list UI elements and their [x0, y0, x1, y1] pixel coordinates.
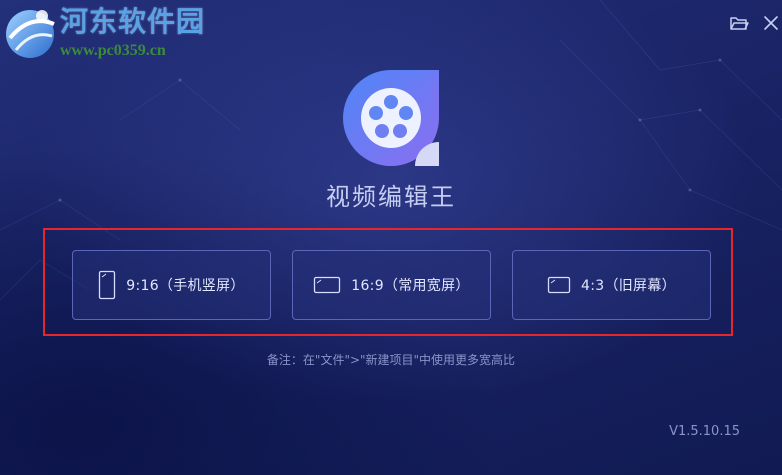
watermark-logo-icon: [6, 10, 55, 58]
aspect-9-16-button[interactable]: 9:16（手机竖屏）: [72, 250, 271, 320]
aspect-16-9-button[interactable]: 16:9（常用宽屏）: [292, 250, 491, 320]
widescreen-icon: [314, 276, 341, 294]
close-icon: [764, 16, 778, 30]
watermark-title: 河东软件园: [60, 5, 206, 38]
open-folder-button[interactable]: [728, 12, 750, 34]
aspect-4-3-label: 4:3（旧屏幕）: [581, 278, 676, 294]
aspect-ratio-note: 备注：在"文件">"新建项目"中使用更多宽高比: [266, 353, 516, 367]
watermark: 河东软件园 www.pc0359.cn: [0, 0, 220, 68]
app-window: 河东软件园 www.pc0359.cn 视频编辑王 9:16（手机竖屏） 16:…: [0, 0, 782, 475]
aspect-16-9-label: 16:9（常用宽屏）: [351, 278, 470, 294]
app-title: 视频编辑王: [326, 183, 456, 211]
folder-open-icon: [730, 17, 749, 30]
portrait-screen-icon: [99, 270, 116, 300]
close-button[interactable]: [760, 12, 782, 34]
aspect-4-3-button[interactable]: 4:3（旧屏幕）: [512, 250, 711, 320]
aspect-9-16-label: 9:16（手机竖屏）: [126, 278, 245, 294]
app-logo-icon: [343, 70, 439, 166]
version-label: V1.5.10.15: [669, 424, 740, 439]
classic-screen-icon: [547, 276, 571, 294]
watermark-url: www.pc0359.cn: [60, 42, 166, 59]
